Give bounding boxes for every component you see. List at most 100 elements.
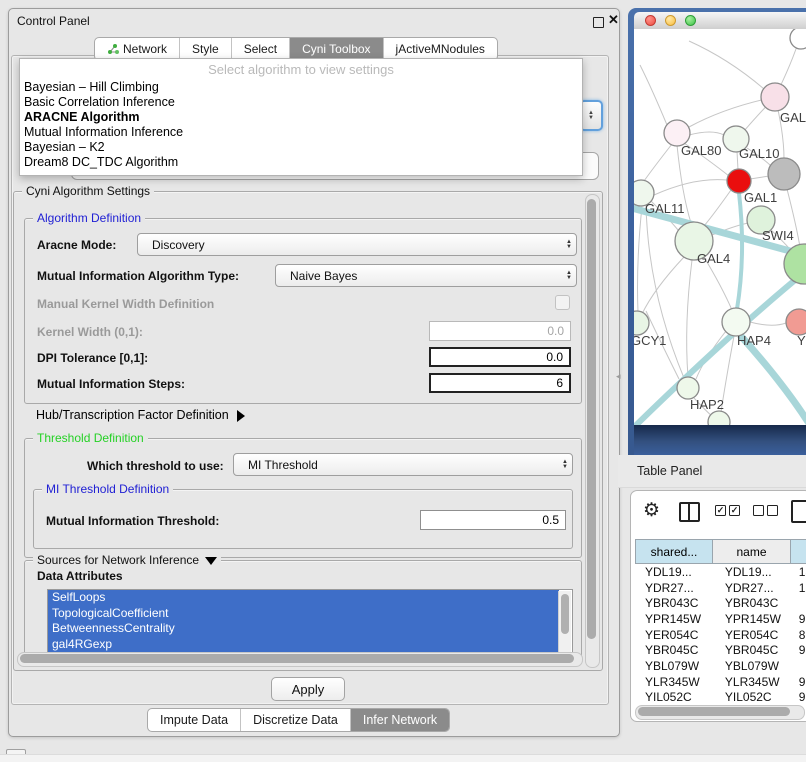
page-icon[interactable] [791,500,806,523]
table-header-row: shared...name [635,539,806,564]
minimize-traffic-light[interactable] [665,15,676,26]
table-row[interactable]: YBL079WYBL079W [635,658,806,674]
settings-vertical-scrollbar[interactable] [585,194,600,668]
table-cell: 9 [796,690,806,704]
hub-definition-toggle[interactable]: Hub/Transcription Factor Definition [36,408,245,422]
zoom-traffic-light[interactable] [685,15,696,26]
tab-impute-data[interactable]: Impute Data [148,709,240,731]
data-attribute-item[interactable]: SelfLoops [48,590,559,606]
sources-toggle[interactable]: Sources for Network Inference [33,553,221,567]
table-cell: YBL079W [715,659,796,673]
settings-vertical-scrollbar-thumb[interactable] [587,199,596,639]
algorithm-option[interactable]: Bayesian – K2 [20,140,582,155]
table-cell: YBR045C [715,643,796,657]
column-header[interactable]: shared... [635,539,712,564]
table-row[interactable]: YPR145WYPR145W9. [635,611,806,627]
node-gray[interactable] [768,158,800,190]
mi-threshold-field[interactable]: 0.5 [420,510,566,530]
node-gcy1[interactable] [634,311,649,335]
node-swi4-label: SWI4 [762,228,794,243]
table-horizontal-scrollbar[interactable] [635,705,805,720]
node-salmon[interactable] [786,309,806,335]
network-edge [689,41,764,89]
checked-checkbox-icon[interactable]: ✓ [729,505,740,516]
node-hap2[interactable] [677,377,699,399]
table-row[interactable]: YLR345WYLR345W9. [635,674,806,690]
network-canvas[interactable]: GALGAL80GAL10GAL1GAL11SWI4GAL4GCY1HAP4YH… [634,29,806,425]
table-row[interactable]: YDL19...YDL19...13 [635,564,806,580]
tab-infer-network[interactable]: Infer Network [350,709,449,731]
node-gal11-label: GAL11 [645,201,685,216]
table-cell: YIL052C [635,690,715,704]
apply-button[interactable]: Apply [271,677,345,701]
settings-horizontal-scrollbar[interactable] [17,652,583,667]
table-row[interactable]: YER054CYER054C8. [635,627,806,643]
table-cell: YER054C [715,628,796,642]
node-gal7[interactable] [761,83,789,111]
network-edge [644,144,672,181]
node-top-partial[interactable] [790,29,806,49]
which-threshold-value: MI Threshold [248,458,318,472]
table-cell: 8. [796,628,806,642]
algorithm-option[interactable]: Mutual Information Inference [20,125,582,140]
attributes-scrollbar-thumb[interactable] [561,594,569,634]
dpi-tolerance-field[interactable]: 0.0 [429,347,571,367]
gear-icon[interactable]: ⚙ [643,499,660,522]
sources-title: Sources for Network Inference [37,553,199,567]
tab-select[interactable]: Select [231,38,289,60]
node-hap4[interactable] [722,308,750,336]
tab-select-label: Select [244,42,277,56]
tab-cyni-toolbox[interactable]: Cyni Toolbox [289,38,382,60]
close-traffic-light[interactable] [645,15,656,26]
algorithm-option[interactable]: Bayesian – Hill Climbing [20,80,582,95]
network-edge [689,132,724,135]
spinner-down-icon: ▼ [588,116,594,121]
attributes-scrollbar[interactable] [558,591,571,655]
network-edge [654,180,727,195]
checked-checkbox-icon[interactable]: ✓ [715,505,726,516]
split-view-icon[interactable] [679,502,700,522]
data-attribute-item[interactable]: BetweennessCentrality [48,621,559,637]
network-edge [638,206,643,312]
algorithm-option[interactable]: Dream8 DC_TDC Algorithm [20,155,582,170]
table-cell: YDL19... [715,565,796,579]
tab-network[interactable]: Network [95,38,179,60]
algorithm-option[interactable]: Basic Correlation Inference [20,95,582,110]
tab-discretize-data[interactable]: Discretize Data [240,709,350,731]
unchecked-checkbox-icon[interactable] [767,505,778,516]
network-window-titlebar[interactable] [634,12,806,30]
float-panel-icon[interactable] [593,17,604,28]
panel-splitter-handle[interactable]: ◂ [616,368,624,384]
table-row[interactable]: YIL052CYIL052C9 [635,690,806,706]
aracne-mode-combo[interactable]: Discovery ▲▼ [137,233,577,256]
manual-kernel-checkbox[interactable] [555,295,570,310]
table-horizontal-scrollbar-thumb[interactable] [638,707,790,716]
column-header[interactable] [790,539,806,564]
close-icon[interactable]: ✕ [608,12,619,28]
tab-jactivemnodules-label: jActiveMNodules [396,42,485,56]
kernel-width-field[interactable]: 0.0 [429,321,571,341]
table-cell: 9. [796,675,806,689]
tab-style[interactable]: Style [179,38,231,60]
control-panel-title: Control Panel [17,14,90,28]
mi-type-combo[interactable]: Naive Bayes ▲▼ [275,264,577,287]
algorithm-option[interactable]: ARACNE Algorithm [20,110,582,125]
which-threshold-combo[interactable]: MI Threshold ▲▼ [233,453,573,476]
settings-horizontal-scrollbar-thumb[interactable] [20,654,574,663]
status-bar [0,754,806,762]
table-row[interactable]: YDR27...YDR27...12 [635,580,806,596]
tab-jactivemnodules[interactable]: jActiveMNodules [383,38,497,60]
mi-steps-field[interactable]: 6 [429,373,571,393]
hub-definition-label: Hub/Transcription Factor Definition [36,408,229,422]
data-attribute-item[interactable]: gal4RGexp [48,637,559,653]
node-bottom-partial[interactable] [708,411,730,425]
table-row[interactable]: YBR043CYBR043C [635,595,806,611]
dpi-tolerance-label: DPI Tolerance [0,1]: [37,351,148,365]
node-hap2-label: HAP2 [690,397,724,412]
manual-kernel-label: Manual Kernel Width Definition [37,297,214,311]
unchecked-checkbox-icon[interactable] [753,505,764,516]
data-attribute-item[interactable]: TopologicalCoefficient [48,606,559,622]
network-edge [704,190,731,226]
column-header[interactable]: name [712,539,790,564]
table-row[interactable]: YBR045CYBR045C9. [635,642,806,658]
